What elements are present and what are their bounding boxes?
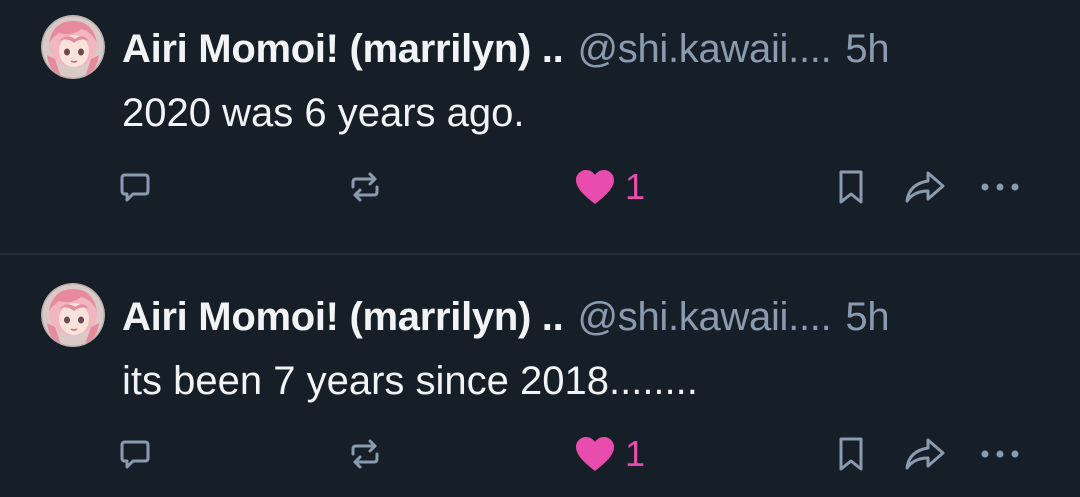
like-count: 1 <box>625 433 646 474</box>
post-timestamp[interactable]: 5h <box>845 295 889 339</box>
share-arrow-icon <box>905 438 945 470</box>
post-item[interactable]: Airi Momoi! (marrilyn) .. @shi.kawaii....… <box>0 255 1080 497</box>
reply-button[interactable] <box>119 432 151 476</box>
post-body-text: 2020 was 6 years ago. <box>122 91 525 135</box>
post-body-text: its been 7 years since 2018........ <box>122 359 698 403</box>
like-button[interactable]: 1 <box>574 165 645 209</box>
repost-arrows-icon <box>351 439 379 469</box>
share-button[interactable] <box>902 165 948 209</box>
bookmark-icon <box>839 437 863 471</box>
reply-button[interactable] <box>119 165 151 209</box>
author-display-name[interactable]: Airi Momoi! (marrilyn) .. <box>122 27 564 71</box>
more-dots-icon <box>981 450 1019 458</box>
avatar-image <box>41 283 105 347</box>
reply-bubble-icon <box>120 440 150 469</box>
more-dots-icon <box>981 183 1019 191</box>
author-display-name[interactable]: Airi Momoi! (marrilyn) .. <box>122 295 564 339</box>
share-arrow-icon <box>905 171 945 203</box>
share-button[interactable] <box>902 432 948 476</box>
repost-arrows-icon <box>351 172 379 202</box>
avatar-image <box>41 15 105 79</box>
post-feed: Airi Momoi! (marrilyn) .. @shi.kawaii....… <box>0 0 1080 497</box>
like-count: 1 <box>625 166 646 207</box>
post-item[interactable]: Airi Momoi! (marrilyn) .. @shi.kawaii....… <box>0 0 1080 253</box>
bookmark-icon <box>839 170 863 204</box>
author-avatar[interactable] <box>41 15 105 79</box>
bookmark-button[interactable] <box>834 165 868 209</box>
heart-filled-icon <box>576 437 614 471</box>
more-options-button[interactable] <box>978 165 1022 209</box>
post-header: Airi Momoi! (marrilyn) .. @shi.kawaii....… <box>122 290 890 344</box>
author-handle[interactable]: @shi.kawaii.... <box>577 295 831 339</box>
author-avatar[interactable] <box>41 283 105 347</box>
repost-button[interactable] <box>345 432 385 476</box>
repost-button[interactable] <box>345 165 385 209</box>
post-timestamp[interactable]: 5h <box>845 27 889 71</box>
author-handle[interactable]: @shi.kawaii.... <box>577 27 831 71</box>
more-options-button[interactable] <box>978 432 1022 476</box>
heart-filled-icon <box>576 170 614 204</box>
like-button[interactable]: 1 <box>574 432 645 476</box>
post-header: Airi Momoi! (marrilyn) .. @shi.kawaii....… <box>122 22 890 76</box>
bookmark-button[interactable] <box>834 432 868 476</box>
reply-bubble-icon <box>120 173 150 202</box>
